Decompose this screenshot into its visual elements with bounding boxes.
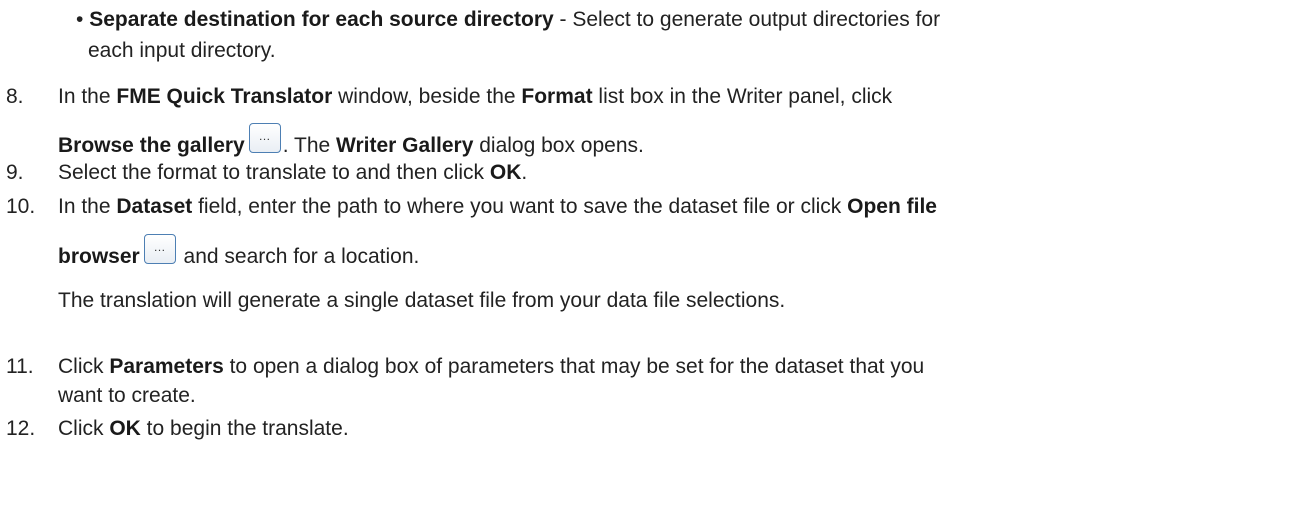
step-12-number: 12. (6, 417, 36, 440)
step-10-note: The translation will generate a single d… (58, 289, 786, 312)
step-10-number: 10. (6, 195, 36, 218)
step-8-text: In the FME Quick Translator window, besi… (58, 85, 893, 108)
open-file-label: Open file (847, 195, 937, 218)
format-label: Format (521, 85, 593, 108)
browse-gallery-button[interactable]: … (248, 123, 281, 153)
ellipsis-icon: … (153, 240, 166, 254)
fme-quick-translator-label: FME Quick Translator (116, 85, 333, 108)
bullet-description-continued: each input directory. (88, 39, 276, 62)
parameters-label: Parameters (109, 355, 224, 378)
step-11-number: 11. (6, 355, 34, 378)
bullet-marker: • (76, 8, 84, 31)
ellipsis-icon: … (258, 129, 271, 143)
step-9-number: 9. (6, 161, 24, 184)
step-8-text-continued: Browse the gallery…. The Writer Gallery … (58, 123, 644, 161)
step-12-text: Click OK to begin the translate. (58, 417, 349, 440)
step-8-number: 8. (6, 85, 24, 108)
bullet-item: • Separate destination for each source d… (76, 5, 940, 35)
step-11-text: Click Parameters to open a dialog box of… (58, 355, 925, 378)
bullet-option-name: Separate destination for each source dir… (89, 8, 554, 31)
ok-label: OK (109, 417, 141, 440)
writer-gallery-label: Writer Gallery (336, 134, 474, 157)
browse-gallery-label: Browse the gallery (58, 134, 245, 157)
browser-label: browser (58, 245, 140, 268)
ok-label: OK (489, 161, 522, 184)
bullet-description: - Select to generate output directories … (553, 8, 941, 31)
open-file-browser-button[interactable]: … (143, 234, 176, 264)
step-10-text: In the Dataset field, enter the path to … (58, 195, 937, 218)
step-11-text-continued: want to create. (58, 384, 196, 407)
step-10-text-continued: browser… and search for a location. (58, 234, 419, 272)
step-9-text: Select the format to translate to and th… (58, 161, 528, 184)
dataset-label: Dataset (116, 195, 193, 218)
